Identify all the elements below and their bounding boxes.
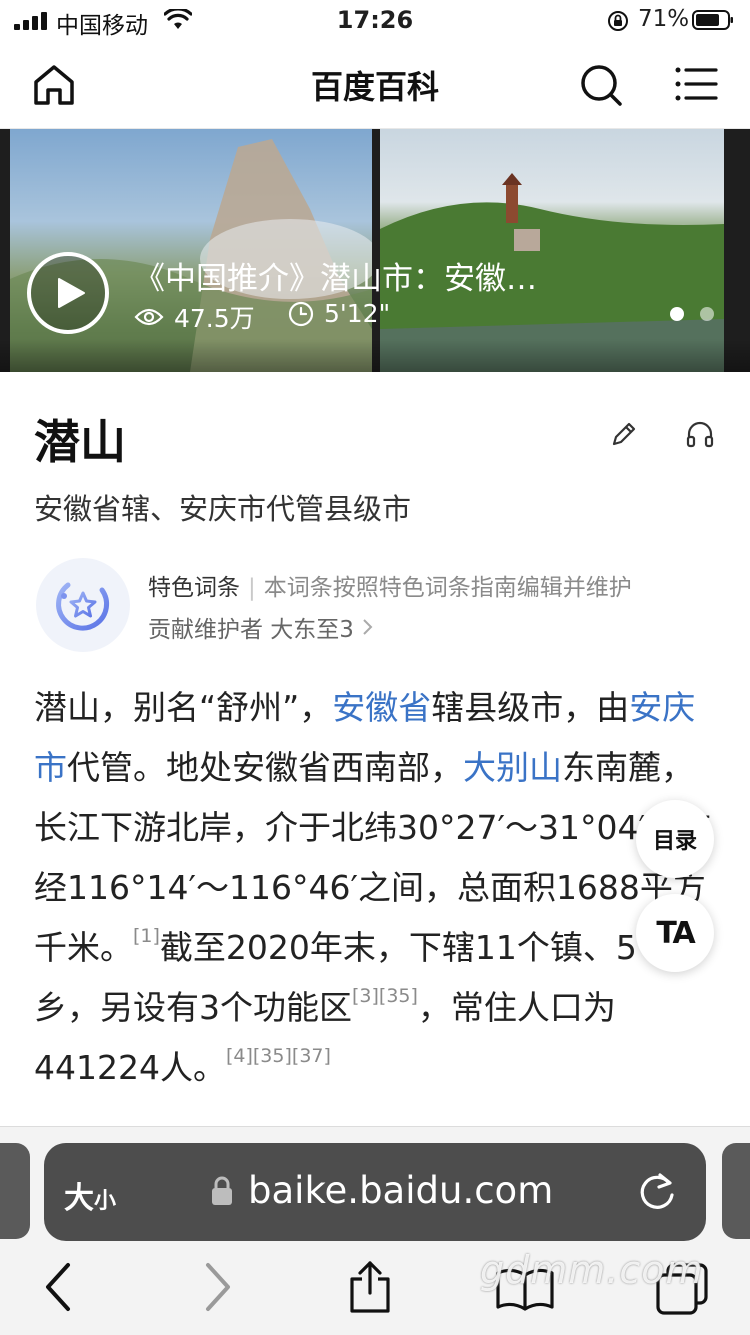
headphones-icon[interactable] (684, 418, 716, 450)
entry-subtitle: 安徽省辖、安庆市代管县级市 (34, 492, 412, 526)
link-dabieshan[interactable]: 大别山 (463, 748, 562, 787)
battery-icon (692, 10, 733, 30)
ta-button[interactable]: TA (636, 894, 714, 972)
text-size-big: 大 (64, 1181, 94, 1216)
reference-3[interactable]: [4][35][37] (226, 1045, 331, 1067)
feature-info: 特色词条 | 本词条按照特色词条指南编辑并维护 (148, 568, 632, 602)
site-title: 百度百科 (310, 68, 439, 106)
reference-2[interactable]: [3][35] (352, 985, 418, 1007)
link-anhui[interactable]: 安徽省 (332, 688, 431, 727)
reference-1[interactable]: [1] (133, 925, 160, 947)
clock-icon (288, 301, 314, 326)
watermark: gdmm.com (480, 1248, 704, 1292)
next-tab-preview[interactable] (722, 1143, 750, 1239)
video-thumbnail-pagoda (380, 129, 724, 372)
reload-icon[interactable] (636, 1169, 678, 1213)
video-title[interactable]: 《中国推介》潜山市：安徽… (134, 253, 614, 298)
browser-toolbar: 大小 baike.baidu.com (0, 1126, 750, 1335)
duration-value: 5'12" (324, 299, 391, 328)
entry-title: 潜山 (34, 415, 126, 469)
video-banner[interactable]: 《中国推介》潜山市：安徽… 47.5万 5'12" (0, 129, 750, 372)
chevron-right-icon (363, 619, 373, 635)
summary-paragraph: 潜山，别名“舒州”，安徽省辖县级市，由安庆市代管。地处安徽省西南部，大别山东南麓… (34, 678, 718, 1098)
search-icon[interactable] (578, 62, 624, 108)
menu-icon[interactable] (674, 64, 718, 104)
toc-button[interactable]: 目录 (636, 800, 714, 878)
video-duration: 5'12" (288, 299, 390, 328)
eye-icon (134, 308, 164, 326)
para-text-2: 辖县级市，由 (431, 688, 630, 727)
status-bar: 中国移动 17:26 71% (0, 0, 750, 42)
text-size-button[interactable]: 大小 (64, 1173, 116, 1217)
back-icon[interactable] (40, 1259, 76, 1315)
maintainer-link[interactable]: 贡献维护者 大东至3 (148, 610, 374, 644)
banner-gradient (0, 339, 750, 372)
play-icon[interactable] (26, 251, 110, 335)
top-navbar: 百度百科 (0, 42, 750, 129)
feature-name: 特色词条 (148, 575, 240, 601)
carousel-dot-active[interactable] (670, 307, 684, 321)
share-icon[interactable] (344, 1259, 396, 1315)
previous-tab-preview[interactable] (0, 1143, 30, 1239)
carousel-dot[interactable] (700, 307, 714, 321)
forward-icon[interactable] (200, 1259, 236, 1315)
rotation-lock-icon (608, 11, 628, 31)
views-count: 47.5万 (174, 304, 255, 333)
edit-icon[interactable] (608, 418, 640, 450)
feature-description: 本词条按照特色词条指南编辑并维护 (263, 575, 632, 601)
text-size-small: 小 (94, 1189, 117, 1214)
maintainer-text: 贡献维护者 大东至3 (148, 617, 354, 643)
para-text-3: 代管。地处安徽省西南部， (67, 748, 463, 787)
para-text-1: 潜山，别名“舒州”， (34, 688, 333, 727)
featured-star-icon (56, 582, 110, 631)
video-views: 47.5万 (134, 299, 255, 335)
pagoda-illustration (380, 173, 724, 372)
battery-percent: 71% (638, 6, 690, 32)
address-bar[interactable]: 大小 baike.baidu.com (44, 1143, 706, 1241)
lock-icon (212, 1176, 232, 1205)
url-text[interactable]: baike.baidu.com (248, 1169, 553, 1212)
feature-separator: | (248, 575, 256, 601)
